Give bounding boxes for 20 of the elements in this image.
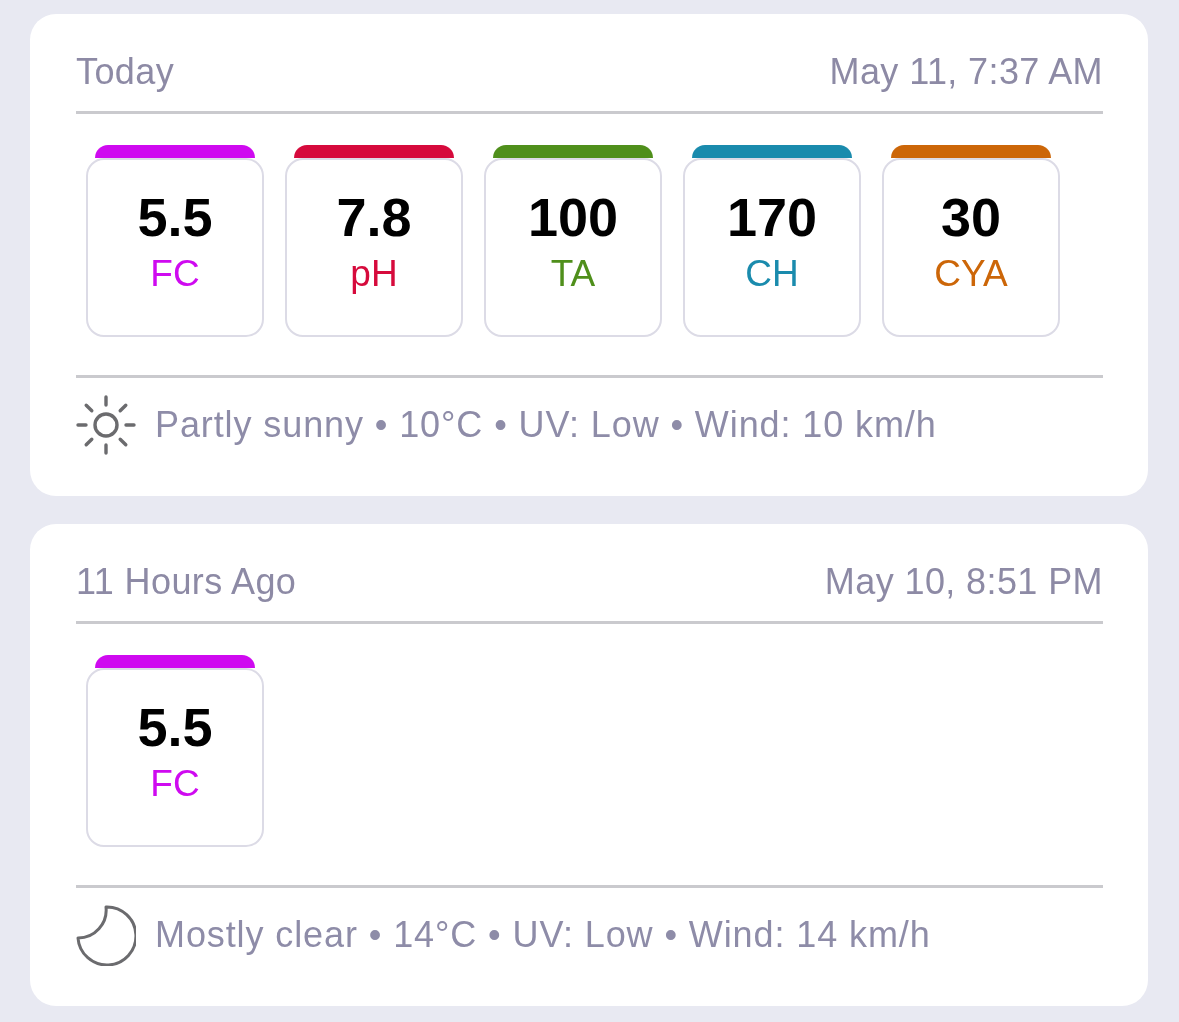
reading-value: 5.5 [137,187,213,247]
reading-label: FC [150,762,200,806]
reading-label: CYA [934,252,1008,296]
reading-label: pH [350,252,398,296]
entry-title: 11 Hours Ago [76,560,297,604]
reading-value: 7.8 [336,187,412,247]
reading-label: FC [150,252,200,296]
reading-value: 30 [940,187,1002,247]
moon-icon [76,904,136,966]
weather-summary: Mostly clear • 14°C • UV: Low • Wind: 14 km/h [155,913,931,957]
reading-label: CH [745,252,799,296]
sun-icon [76,395,136,455]
reading-value: 170 [726,187,818,247]
weather-summary: Partly sunny • 10°C • UV: Low • Wind: 10 km/h [155,403,937,447]
reading-value: 100 [527,187,619,247]
entry-timestamp: May 11, 7:37 AM [829,50,1103,94]
reading-value: 5.5 [137,697,213,757]
entry-timestamp: May 10, 8:51 PM [824,560,1103,604]
reading-label: TA [550,252,596,296]
entry-title: Today [76,50,175,94]
